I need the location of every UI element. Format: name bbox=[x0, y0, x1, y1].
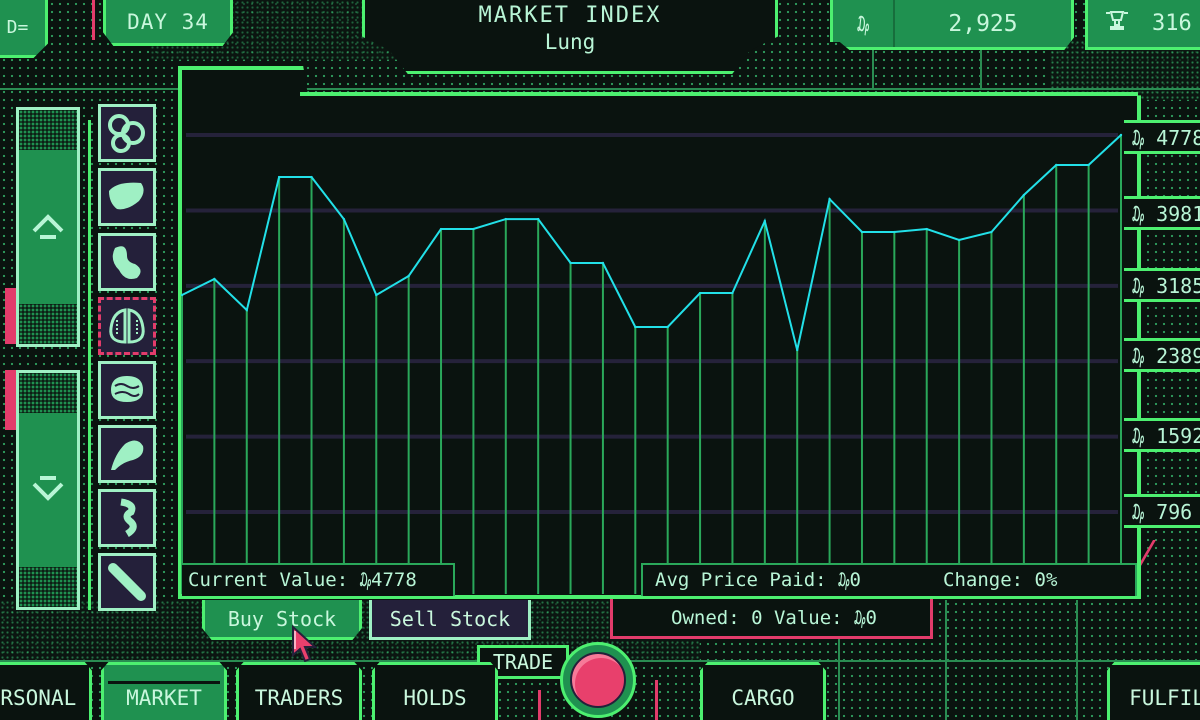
circuit-trace-pink bbox=[538, 690, 541, 720]
kidney-icon bbox=[112, 246, 141, 279]
current-value-box: Current Value: ₯4778 bbox=[182, 563, 455, 596]
tab-cargo[interactable]: CARGO bbox=[700, 662, 826, 720]
trade-button[interactable] bbox=[560, 642, 636, 718]
liver-icon bbox=[109, 182, 144, 210]
brain-icon bbox=[111, 376, 143, 402]
tab-holds[interactable]: HOLDS bbox=[372, 662, 498, 720]
owned-summary: Owned: 0 Value: ₯0 bbox=[610, 599, 933, 639]
lung-icon bbox=[109, 308, 145, 344]
chevron-up-icon bbox=[32, 214, 64, 239]
current-value-text: Current Value: ₯4778 bbox=[188, 569, 417, 591]
y-tick-label: ₯ 1592 bbox=[1124, 418, 1200, 452]
stock-ticker-icon: D= bbox=[6, 17, 29, 38]
slider-fade bbox=[19, 304, 77, 344]
credit-icon: ₯ bbox=[856, 11, 870, 36]
stomach-icon bbox=[111, 440, 144, 470]
organ-item-kidney[interactable] bbox=[98, 233, 156, 291]
slider-fade bbox=[19, 373, 77, 413]
sell-stock-button[interactable]: Sell Stock bbox=[369, 600, 531, 640]
reputation-display: 316 bbox=[1085, 0, 1200, 50]
avg-price-text: Avg Price Paid: ₯0 bbox=[655, 569, 861, 591]
left-status-badge[interactable]: D= bbox=[0, 0, 48, 58]
y-tick-label: ₯ 796 bbox=[1124, 494, 1200, 528]
organ-item-lung[interactable] bbox=[98, 297, 156, 355]
chart-panel bbox=[178, 66, 1141, 599]
reputation-value: 316 bbox=[1152, 11, 1192, 36]
organ-item-intestines[interactable] bbox=[98, 104, 156, 162]
scroll-down-button[interactable] bbox=[16, 370, 80, 610]
change-text: Change: 0% bbox=[943, 569, 1058, 591]
circuit-trace-pink bbox=[655, 680, 658, 720]
selected-organ-name: Lung bbox=[544, 30, 596, 54]
y-tick-label: ₯ 3185 bbox=[1124, 268, 1200, 302]
tab-label: FULFIL bbox=[1129, 685, 1200, 710]
tab-label: MARKET bbox=[126, 685, 202, 710]
tab-personal[interactable]: ERSONAL bbox=[0, 662, 92, 720]
circuit-line bbox=[1076, 600, 1078, 720]
chart-frame-edge bbox=[300, 92, 1138, 96]
spine-icon bbox=[120, 498, 137, 538]
tab-label: ERSONAL bbox=[0, 685, 77, 710]
trade-label: TRADE bbox=[492, 650, 554, 674]
tab-market[interactable]: MARKET bbox=[101, 662, 227, 720]
day-counter: DAY 34 bbox=[103, 0, 233, 46]
intestines-icon bbox=[108, 114, 145, 153]
tab-label: CARGO bbox=[731, 685, 795, 710]
y-tick-label: ₯ 2389 bbox=[1124, 338, 1200, 372]
organ-item-stomach[interactable] bbox=[98, 425, 156, 483]
organ-item-bone[interactable] bbox=[98, 553, 156, 611]
scroll-up-button[interactable] bbox=[16, 107, 80, 347]
money-amount: 2,925 bbox=[893, 0, 1071, 47]
mouse-cursor-icon bbox=[292, 625, 317, 663]
avg-price-box: Avg Price Paid: ₯0 Change: 0% bbox=[641, 563, 1137, 596]
trophy-icon bbox=[1088, 10, 1146, 37]
tab-fulfil[interactable]: FULFIL bbox=[1107, 662, 1200, 720]
trade-button-core bbox=[570, 652, 626, 708]
tab-traders[interactable]: TRADERS bbox=[236, 662, 362, 720]
organ-item-brain[interactable] bbox=[98, 361, 156, 419]
buy-stock-label: Buy Stock bbox=[227, 606, 337, 631]
circuit-line bbox=[945, 600, 947, 720]
sell-stock-label: Sell Stock bbox=[389, 606, 511, 631]
market-index-header: MARKET INDEX Lung bbox=[362, 0, 778, 74]
tab-label: HOLDS bbox=[403, 685, 467, 710]
organ-item-spine[interactable] bbox=[98, 489, 156, 547]
money-display: ₯ 2,925 bbox=[830, 0, 1074, 50]
slider-fade bbox=[19, 567, 77, 607]
bone-icon bbox=[108, 563, 146, 601]
chevron-down-icon bbox=[32, 476, 64, 501]
circuit-trace-pink bbox=[92, 0, 95, 40]
day-label: DAY 34 bbox=[127, 9, 209, 34]
organ-item-liver[interactable] bbox=[98, 168, 156, 226]
slider-fade bbox=[19, 110, 77, 150]
page-title: MARKET INDEX bbox=[478, 3, 662, 28]
organ-rail bbox=[88, 120, 91, 610]
owned-text: Owned: 0 Value: ₯0 bbox=[671, 606, 877, 629]
buy-stock-button[interactable]: Buy Stock bbox=[202, 600, 362, 640]
y-tick-label: ₯ 4778 bbox=[1124, 120, 1200, 154]
tab-label: TRADERS bbox=[254, 685, 344, 710]
y-tick-label: ₯ 3981 bbox=[1124, 196, 1200, 230]
